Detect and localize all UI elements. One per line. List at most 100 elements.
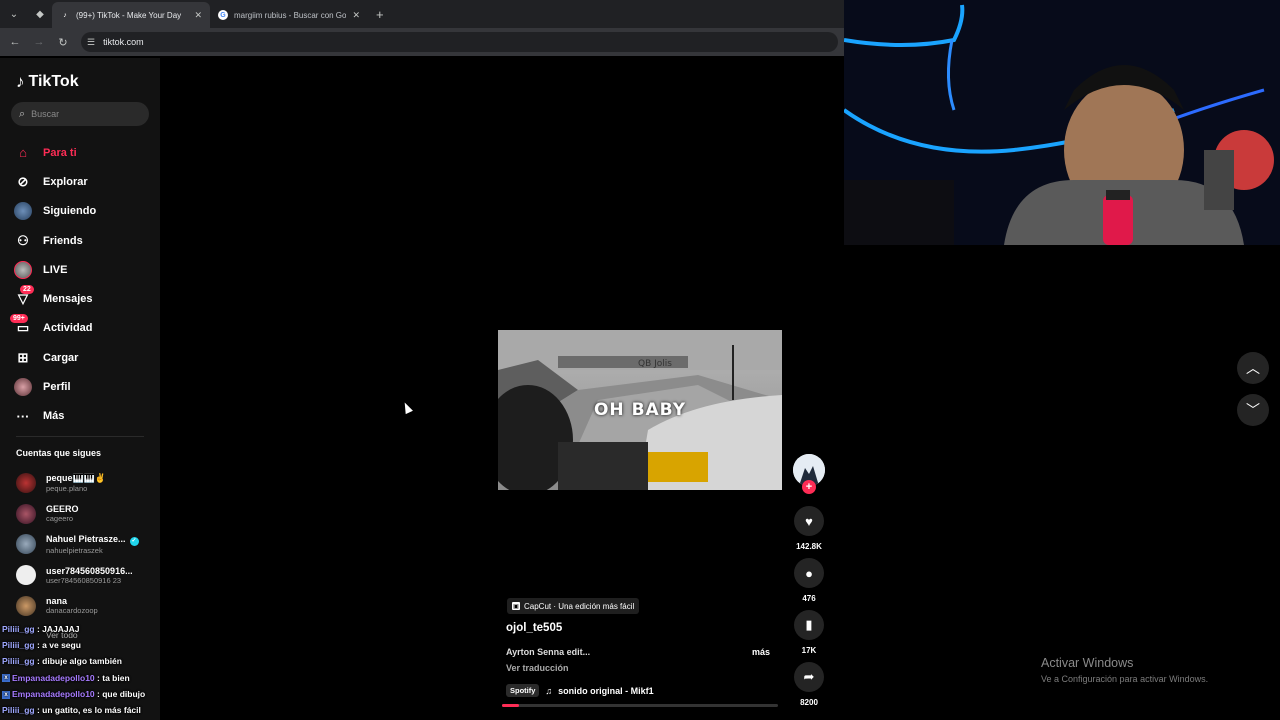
back-arrow-icon[interactable]: ← [9,36,21,48]
menu-label: Mensajes [43,293,93,306]
search-icon: ⌕ [19,107,26,120]
video-progress-bar[interactable] [502,704,778,707]
chat-text: : dibuje algo también [36,656,122,667]
video-player[interactable]: QB Jolis OH BABY [498,330,782,490]
mouse-cursor-icon [401,400,413,415]
more-icon: ··· [16,408,30,424]
share-icon[interactable]: ➦ [794,662,824,692]
video-author[interactable]: ojol_te505 [506,622,562,634]
capcut-label: CapCut · Una edición más fácil [524,601,635,611]
chevron-up-icon[interactable]: ︿ [1237,352,1269,384]
chat-text: : que dibujo [97,688,146,699]
menu-label: Siguiendo [43,205,97,218]
following-account[interactable]: user784560850916... user784560850916 23 [16,560,139,591]
menu-item-mensajes[interactable]: ▽ 22 Mensajes [14,284,96,313]
heart-icon[interactable]: ♥ [794,506,824,536]
tab-search-chevron-icon[interactable]: ⌄ [2,3,26,25]
tiktok-logo[interactable]: ♪ TikTok [16,72,79,92]
music-row[interactable]: Spotify ♫ sonido original - Mikf1 [506,684,654,697]
video-actions: + [792,454,826,494]
new-tab-icon[interactable]: + [376,7,384,22]
avatar [16,595,36,616]
menu-label: Friends [43,234,83,247]
following-account[interactable]: Nahuel Pietrasze... ✓ nahuelpietraszek [16,529,139,560]
following-account[interactable]: peque🎹🎹✌ peque.plano [16,468,139,499]
extension-icon[interactable]: ◆ [28,3,52,25]
forward-arrow-icon[interactable]: → [33,36,45,48]
following-account[interactable]: GEERO cageero [16,499,139,530]
chevron-down-icon[interactable]: ﹀ [1237,394,1269,426]
share-count: 8200 [800,698,818,707]
menu-item-cargar[interactable]: ⊞ Cargar [14,343,96,372]
following-account[interactable]: nana danacardozoop [16,590,139,621]
windows-activation-watermark: Activar Windows Ve a Configuración para … [1041,656,1208,684]
spotify-badge[interactable]: Spotify [506,684,540,697]
upload-icon: ⊞ [17,349,29,365]
menu-item-mas[interactable]: ··· Más [14,402,96,431]
account-name-text: Nahuel Pietrasze... [46,533,126,544]
account-name: user784560850916... [46,565,133,576]
home-icon: ⌂ [19,145,27,161]
chat-username: Piliii_gg [2,640,35,651]
menu-item-perfil[interactable]: Perfil [14,372,96,401]
menu-item-siguiendo[interactable]: Siguiendo [14,197,96,226]
menu-item-actividad[interactable]: ▭ 99+ Actividad [10,314,96,343]
account-names: user784560850916... user784560850916 23 [46,566,133,585]
compass-icon: ⊘ [17,173,29,189]
comment-action[interactable]: ● 476 [793,558,825,603]
avatar [16,473,36,494]
close-tab-icon[interactable]: ✕ [352,10,360,21]
message-icon: ▽ 22 [14,285,34,308]
music-title: sonido original - Mikf1 [558,685,654,696]
comment-icon[interactable]: ● [794,558,824,588]
follow-plus-icon[interactable]: + [802,480,816,494]
tab-label: margiim rubius - Buscar con Go [234,10,347,20]
video-description: Ayrton Senna edit... [506,647,591,657]
account-handle: peque.plano [46,484,88,494]
like-count: 142.8K [796,542,822,551]
account-names: nana danacardozoop [46,596,98,615]
menu-label: Cargar [43,351,79,364]
translate-link[interactable]: Ver traducción [506,663,569,673]
menu-label: Perfil [43,381,71,394]
url-input[interactable]: ☰ tiktok.com [81,32,838,52]
site-settings-icon[interactable]: ☰ [87,37,95,48]
chat-message: x Empanadadepollo10 : que dibujo [2,689,145,705]
tab-google[interactable]: G margiim rubius - Buscar con Go ✕ [210,2,368,28]
chat-username: Piliii_gg [2,624,35,634]
url-text: tiktok.com [103,37,144,47]
activity-icon: ▭ 99+ [10,314,32,337]
google-icon: G [218,10,228,20]
menu-item-explorar[interactable]: ⊘ Explorar [14,167,96,196]
address-bar-row: ← → ↻ ☰ tiktok.com [0,28,844,56]
account-names: GEERO cageero [46,504,79,523]
account-name: Nahuel Pietrasze... ✓ [46,534,139,546]
save-action[interactable]: ▮ 17K [793,610,825,655]
capcut-tag[interactable]: ▣ CapCut · Una edición más fácil [507,598,640,614]
menu-item-live[interactable]: LIVE [14,255,96,284]
menu-item-para-ti[interactable]: ⌂ Para ti [14,138,96,167]
account-name: peque🎹🎹✌ [46,473,107,484]
chat-text: : un gatito, es lo más fácil [36,704,141,715]
sidebar: ♪ TikTok ⌕ Buscar ⌂ Para ti ⊘ Explorar S… [0,58,160,720]
svg-text:QB Jolis: QB Jolis [638,359,672,369]
close-tab-icon[interactable]: ✕ [194,10,202,21]
divider [16,436,144,437]
more-button[interactable]: más [752,647,770,657]
tab-tiktok[interactable]: ♪ (99+) TikTok - Make Your Day ✕ [52,2,210,28]
following-avatar-icon [14,202,32,221]
save-count: 17K [801,646,817,655]
webcam-overlay [844,0,1280,245]
menu-label: LIVE [43,263,68,276]
bookmark-icon[interactable]: ▮ [794,610,824,640]
reload-icon[interactable]: ↻ [57,36,69,49]
chat-text: : a ve segu [36,640,81,651]
chat-username: Piliii_gg [2,704,35,715]
chat-message: Piliii_gg : JAJAJAJ [2,624,145,640]
like-action[interactable]: ♥ 142.8K [793,506,825,551]
share-action[interactable]: ➦ 8200 [793,662,825,707]
menu-label: Para ti [43,146,77,159]
menu-item-friends[interactable]: ⚇ Friends [14,226,96,255]
search-input[interactable]: ⌕ Buscar [11,102,149,126]
music-note-icon: ♫ [545,685,553,696]
